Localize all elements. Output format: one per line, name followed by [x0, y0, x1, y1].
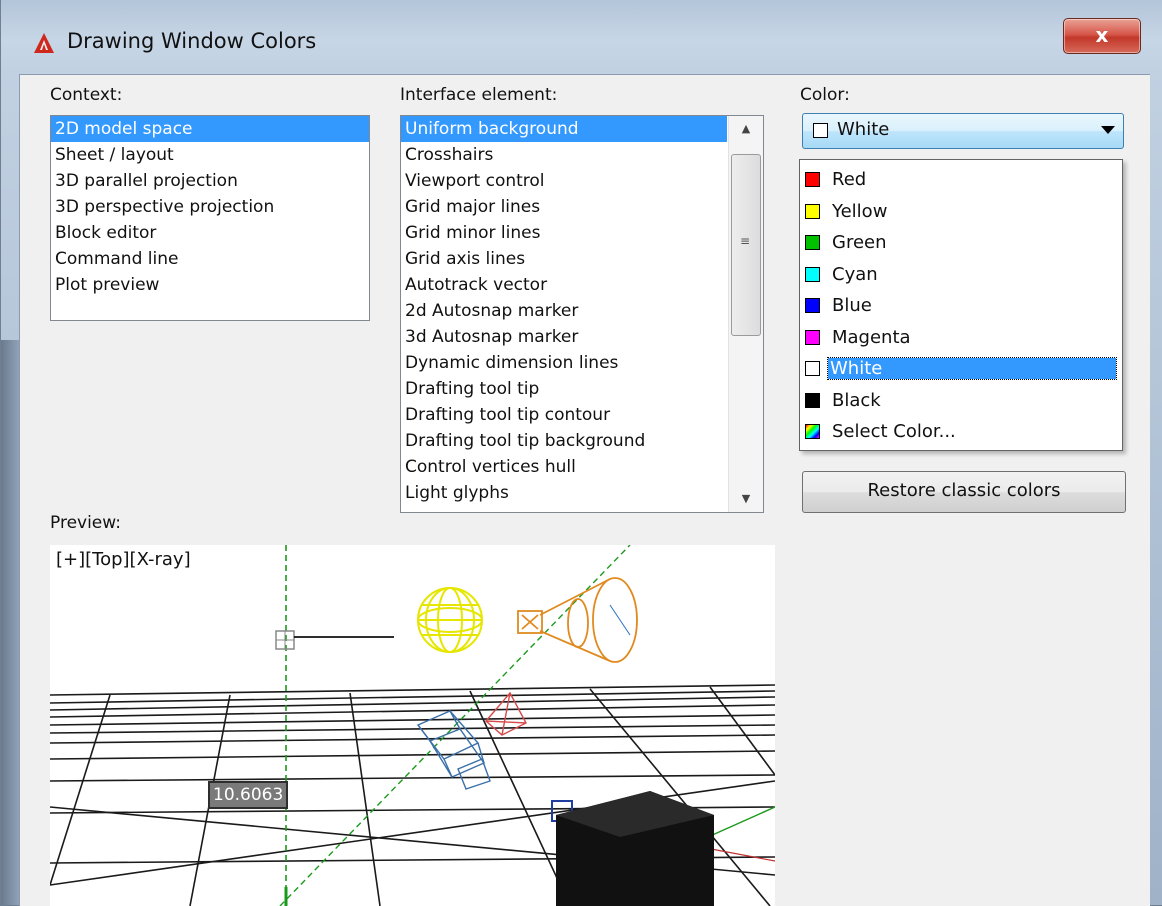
- color-option-label: Green: [832, 232, 887, 253]
- color-option-blue[interactable]: Blue: [800, 290, 1122, 321]
- context-list-item[interactable]: 3D perspective projection: [51, 194, 369, 220]
- dimension-tooltip: 10.6063: [208, 781, 289, 809]
- interface-element-list-item[interactable]: Grid axis lines: [401, 246, 727, 272]
- listbox-scrollbar[interactable]: ▲ ≡ ▼: [728, 116, 763, 512]
- yellow-sphere: [417, 587, 483, 653]
- restore-classic-colors-button[interactable]: Restore classic colors: [802, 471, 1126, 513]
- close-button[interactable]: x: [1063, 18, 1141, 54]
- interface-element-list-item[interactable]: Grid major lines: [401, 194, 727, 220]
- color-select-value: White: [837, 119, 890, 140]
- context-label: Context:: [50, 85, 123, 105]
- color-label: Color:: [800, 85, 850, 105]
- color-option-select-color[interactable]: Select Color...: [800, 416, 1122, 447]
- interface-element-list-item[interactable]: Drafting tool tip: [401, 376, 727, 402]
- color-option-magenta[interactable]: Magenta: [800, 322, 1122, 353]
- color-option-green[interactable]: Green: [800, 227, 1122, 258]
- color-swatch-icon: [805, 203, 820, 219]
- viewport-control-label: [+][Top][X-ray]: [56, 549, 191, 570]
- window-title: Drawing Window Colors: [67, 29, 317, 53]
- context-list-item[interactable]: Sheet / layout: [51, 142, 369, 168]
- color-option-yellow[interactable]: Yellow: [800, 196, 1122, 227]
- scroll-thumb[interactable]: ≡: [731, 154, 761, 336]
- interface-element-list-item[interactable]: Control vertices hull: [401, 454, 727, 480]
- interface-element-list-item[interactable]: Uniform background: [401, 116, 727, 142]
- color-option-white[interactable]: White: [800, 353, 1122, 384]
- dialog-window: Drawing Window Colors x Context: 2D mode…: [0, 0, 1162, 906]
- color-dropdown-list[interactable]: Red Yellow Green Cyan Blue Magenta White Black S…: [799, 159, 1123, 451]
- interface-element-listbox[interactable]: Uniform background Crosshairs Viewport con…: [400, 115, 764, 513]
- color-swatch-icon: [805, 235, 820, 250]
- interface-element-list-item[interactable]: Dynamic dimension lines: [401, 350, 727, 376]
- color-option-black[interactable]: Black: [800, 385, 1122, 416]
- context-list-item[interactable]: Block editor: [51, 220, 369, 246]
- context-list-item[interactable]: 2D model space: [51, 116, 369, 142]
- color-option-label: Blue: [832, 295, 872, 316]
- interface-element-list-item[interactable]: Drafting tool tip contour: [401, 402, 727, 428]
- interface-element-label: Interface element:: [400, 85, 558, 105]
- color-option-label: Cyan: [832, 263, 878, 285]
- color-option-cyan[interactable]: Cyan: [800, 259, 1122, 290]
- preview-scene: [50, 545, 775, 906]
- color-swatch-icon: [805, 298, 820, 313]
- autocad-logo-icon: [34, 33, 54, 53]
- color-swatch-icon: [805, 392, 820, 408]
- scroll-up-icon[interactable]: ▲: [729, 116, 763, 142]
- color-option-label: White: [827, 357, 1117, 380]
- close-icon: x: [1095, 23, 1109, 47]
- color-swatch-icon: [805, 329, 820, 345]
- interface-element-list-item[interactable]: Crosshairs: [401, 142, 727, 168]
- dialog-body: Context: 2D model space Sheet / layout 3D …: [19, 74, 1150, 906]
- color-option-red[interactable]: Red: [800, 164, 1122, 195]
- context-listbox[interactable]: 2D model space Sheet / layout 3D parallel …: [50, 115, 370, 321]
- scroll-down-icon[interactable]: ▼: [729, 486, 763, 512]
- color-swatch-icon: [805, 424, 820, 439]
- color-swatch-icon: [813, 123, 828, 138]
- chevron-down-icon: [1101, 126, 1115, 134]
- spotlight-glyph: [517, 577, 638, 663]
- context-list-item[interactable]: Command line: [51, 246, 369, 272]
- color-option-label: Black: [832, 389, 881, 411]
- context-list-item[interactable]: Plot preview: [51, 272, 369, 298]
- preview-label: Preview:: [50, 513, 121, 533]
- color-option-label: Select Color...: [832, 421, 956, 442]
- color-option-label: Yellow: [832, 200, 888, 222]
- color-option-label: Red: [832, 169, 867, 190]
- interface-element-list-item[interactable]: Autotrack vector: [401, 272, 727, 298]
- color-swatch-icon: [805, 361, 820, 376]
- preview-pane: [+][Top][X-ray] 10.6063: [50, 545, 775, 906]
- background-window-edge: [1, 340, 19, 905]
- interface-element-list-item[interactable]: Light glyphs: [401, 480, 727, 506]
- context-list-item[interactable]: 3D parallel projection: [51, 168, 369, 194]
- color-swatch-icon: [805, 266, 820, 282]
- interface-element-list-item[interactable]: Grid minor lines: [401, 220, 727, 246]
- color-option-label: Magenta: [832, 326, 911, 348]
- interface-element-list-item[interactable]: 3d Autosnap marker: [401, 324, 727, 350]
- grip-icon: ≡: [740, 234, 751, 248]
- interface-element-list-item[interactable]: 2d Autosnap marker: [401, 298, 727, 324]
- interface-element-list-item[interactable]: Viewport control: [401, 168, 727, 194]
- interface-element-list-item[interactable]: Drafting tool tip background: [401, 428, 727, 454]
- title-bar[interactable]: Drawing Window Colors x: [19, 12, 1149, 68]
- color-select[interactable]: White: [802, 113, 1124, 149]
- color-swatch-icon: [805, 172, 820, 187]
